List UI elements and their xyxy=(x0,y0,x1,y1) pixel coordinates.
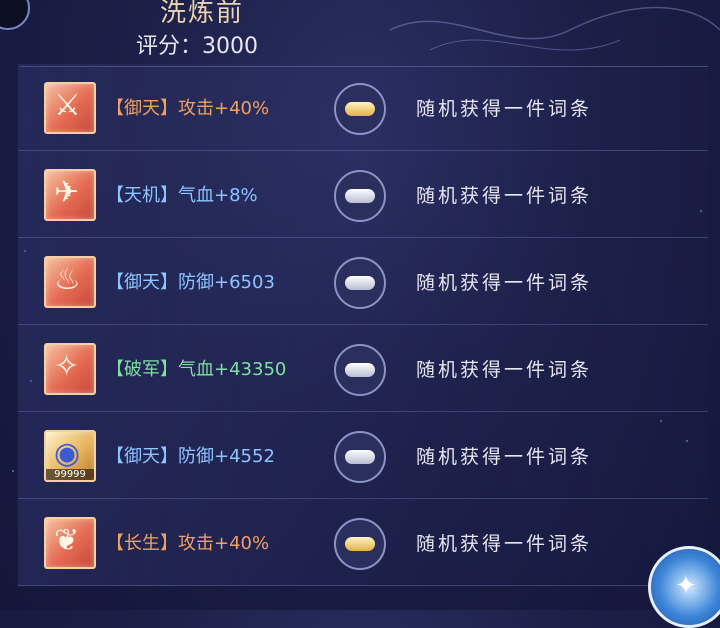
silver-lock-icon[interactable] xyxy=(334,431,386,483)
crystal-icon-glyph: ◉ xyxy=(54,436,81,471)
lock-bar xyxy=(345,276,375,290)
lock-bar xyxy=(345,102,375,116)
header: 洗炼前 评分：3000 xyxy=(0,0,720,66)
lock-bar xyxy=(345,363,375,377)
sword-icon[interactable]: ⚔ xyxy=(44,82,96,134)
crystal-icon[interactable]: ◉ 99999 xyxy=(44,430,96,482)
attribute-row[interactable]: ⚔ 【御天】攻击+40% 随机获得一件词条 xyxy=(18,64,708,151)
boots-icon-glyph: ✧ xyxy=(54,349,80,384)
pendant-icon-glyph: ❦ xyxy=(54,523,80,558)
random-entry-label: 随机获得一件词条 xyxy=(416,185,593,207)
item-count: 99999 xyxy=(46,469,94,480)
attribute-value: 气血+8% xyxy=(178,185,258,206)
attribute-text: 【长生】攻击+40% xyxy=(106,529,269,555)
attribute-text: 【御天】防御+6503 xyxy=(106,268,275,294)
refine-button[interactable]: ✦ xyxy=(648,546,720,628)
attribute-tag: 【御天】 xyxy=(106,446,178,467)
refine-icon: ✦ xyxy=(675,571,697,601)
sword-icon-glyph: ⚔ xyxy=(54,88,81,123)
attribute-row[interactable]: ❦ 【长生】攻击+40% 随机获得一件词条 xyxy=(18,499,708,586)
attribute-text: 【御天】攻击+40% xyxy=(106,94,269,120)
attribute-value: 气血+43350 xyxy=(178,359,287,380)
attribute-tag: 【御天】 xyxy=(106,98,178,119)
attribute-text: 【天机】气血+8% xyxy=(106,181,258,207)
attribute-row[interactable]: ✈ 【天机】气血+8% 随机获得一件词条 xyxy=(18,151,708,238)
lock-bar xyxy=(345,189,375,203)
random-entry-label: 随机获得一件词条 xyxy=(416,359,593,381)
attribute-tag: 【天机】 xyxy=(106,185,178,206)
attribute-value: 攻击+40% xyxy=(178,533,270,554)
silver-lock-icon[interactable] xyxy=(334,344,386,396)
gold-lock-icon[interactable] xyxy=(334,518,386,570)
attribute-tag: 【长生】 xyxy=(106,533,178,554)
random-entry-label: 随机获得一件词条 xyxy=(416,272,593,294)
bird-icon-glyph: ✈ xyxy=(54,175,80,210)
header-decoration xyxy=(390,6,720,51)
attribute-value: 防御+4552 xyxy=(178,446,275,467)
gold-lock-icon[interactable] xyxy=(334,83,386,135)
attribute-row[interactable]: ♨ 【御天】防御+6503 随机获得一件词条 xyxy=(18,238,708,325)
boots-icon[interactable]: ✧ xyxy=(44,343,96,395)
bird-icon[interactable]: ✈ xyxy=(44,169,96,221)
attribute-tag: 【破军】 xyxy=(106,359,178,380)
attribute-tag: 【御天】 xyxy=(106,272,178,293)
attribute-text: 【破军】气血+43350 xyxy=(106,355,286,381)
pendant-icon[interactable]: ❦ xyxy=(44,517,96,569)
attribute-value: 攻击+40% xyxy=(178,98,270,119)
attribute-text: 【御天】防御+4552 xyxy=(106,442,275,468)
page-title: 洗炼前 xyxy=(160,0,245,28)
lock-bar xyxy=(345,450,375,464)
lock-bar xyxy=(345,537,375,551)
attribute-row[interactable]: ◉ 99999 【御天】防御+4552 随机获得一件词条 xyxy=(18,412,708,499)
attribute-value: 防御+6503 xyxy=(178,272,275,293)
random-entry-label: 随机获得一件词条 xyxy=(416,446,593,468)
attribute-row[interactable]: ✧ 【破军】气血+43350 随机获得一件词条 xyxy=(18,325,708,412)
flame-icon[interactable]: ♨ xyxy=(44,256,96,308)
silver-lock-icon[interactable] xyxy=(334,170,386,222)
flame-icon-glyph: ♨ xyxy=(54,262,81,297)
random-entry-label: 随机获得一件词条 xyxy=(416,98,593,120)
random-entry-label: 随机获得一件词条 xyxy=(416,533,593,555)
silver-lock-icon[interactable] xyxy=(334,257,386,309)
score-label: 评分：3000 xyxy=(136,34,258,59)
